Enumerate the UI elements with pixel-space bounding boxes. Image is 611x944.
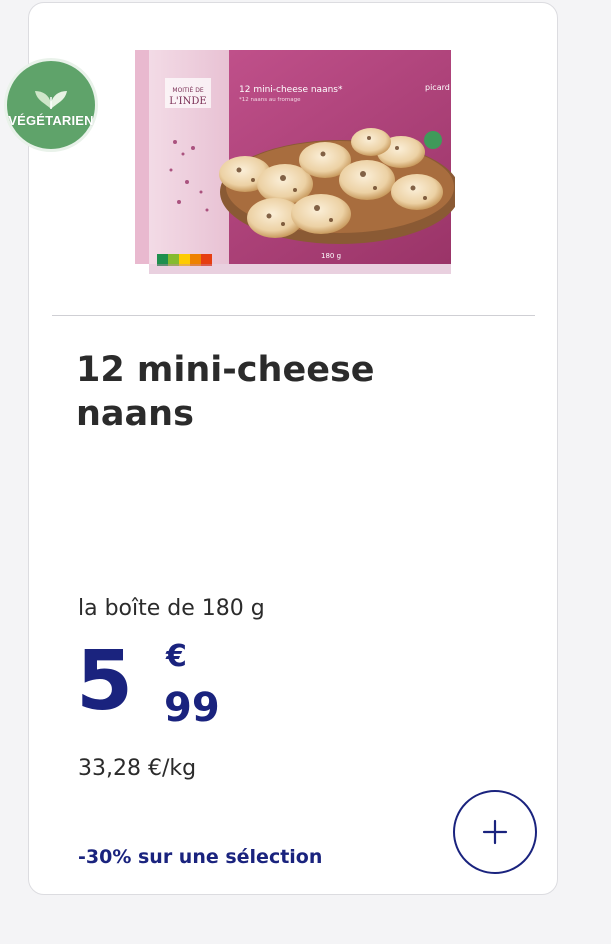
price-integer: 5 (76, 634, 134, 729)
product-image[interactable]: MOITIÉ DE L'INDE 12 mini-cheese naans* *… (135, 42, 455, 282)
box-brand-line2: L'INDE (169, 96, 206, 107)
box-title: 12 mini-cheese naans* (239, 85, 343, 95)
price-currency: € (166, 639, 187, 674)
vegetarian-label: VÉGÉTARIEN (8, 112, 94, 128)
box-subtitle: *12 naans au fromage (239, 97, 301, 103)
price: 5 € 99 (74, 632, 274, 742)
unit-label: la boîte de 180 g (78, 596, 265, 621)
box-weight: 180 g (321, 252, 341, 260)
plus-icon (482, 819, 508, 845)
add-to-cart-button[interactable] (453, 790, 537, 874)
brand-logo: picard (425, 83, 450, 92)
product-title[interactable]: 12 mini-cheese naans (76, 348, 476, 436)
promo-text[interactable]: -30% sur une sélection (78, 846, 322, 868)
vegetarian-badge: VÉGÉTARIEN (4, 58, 98, 152)
box-brand-line1: MOITIÉ DE (172, 86, 203, 94)
leaf-icon (35, 90, 67, 109)
price-per-kg: 33,28 €/kg (78, 756, 197, 781)
price-decimals: 99 (164, 685, 220, 731)
divider (52, 315, 535, 316)
